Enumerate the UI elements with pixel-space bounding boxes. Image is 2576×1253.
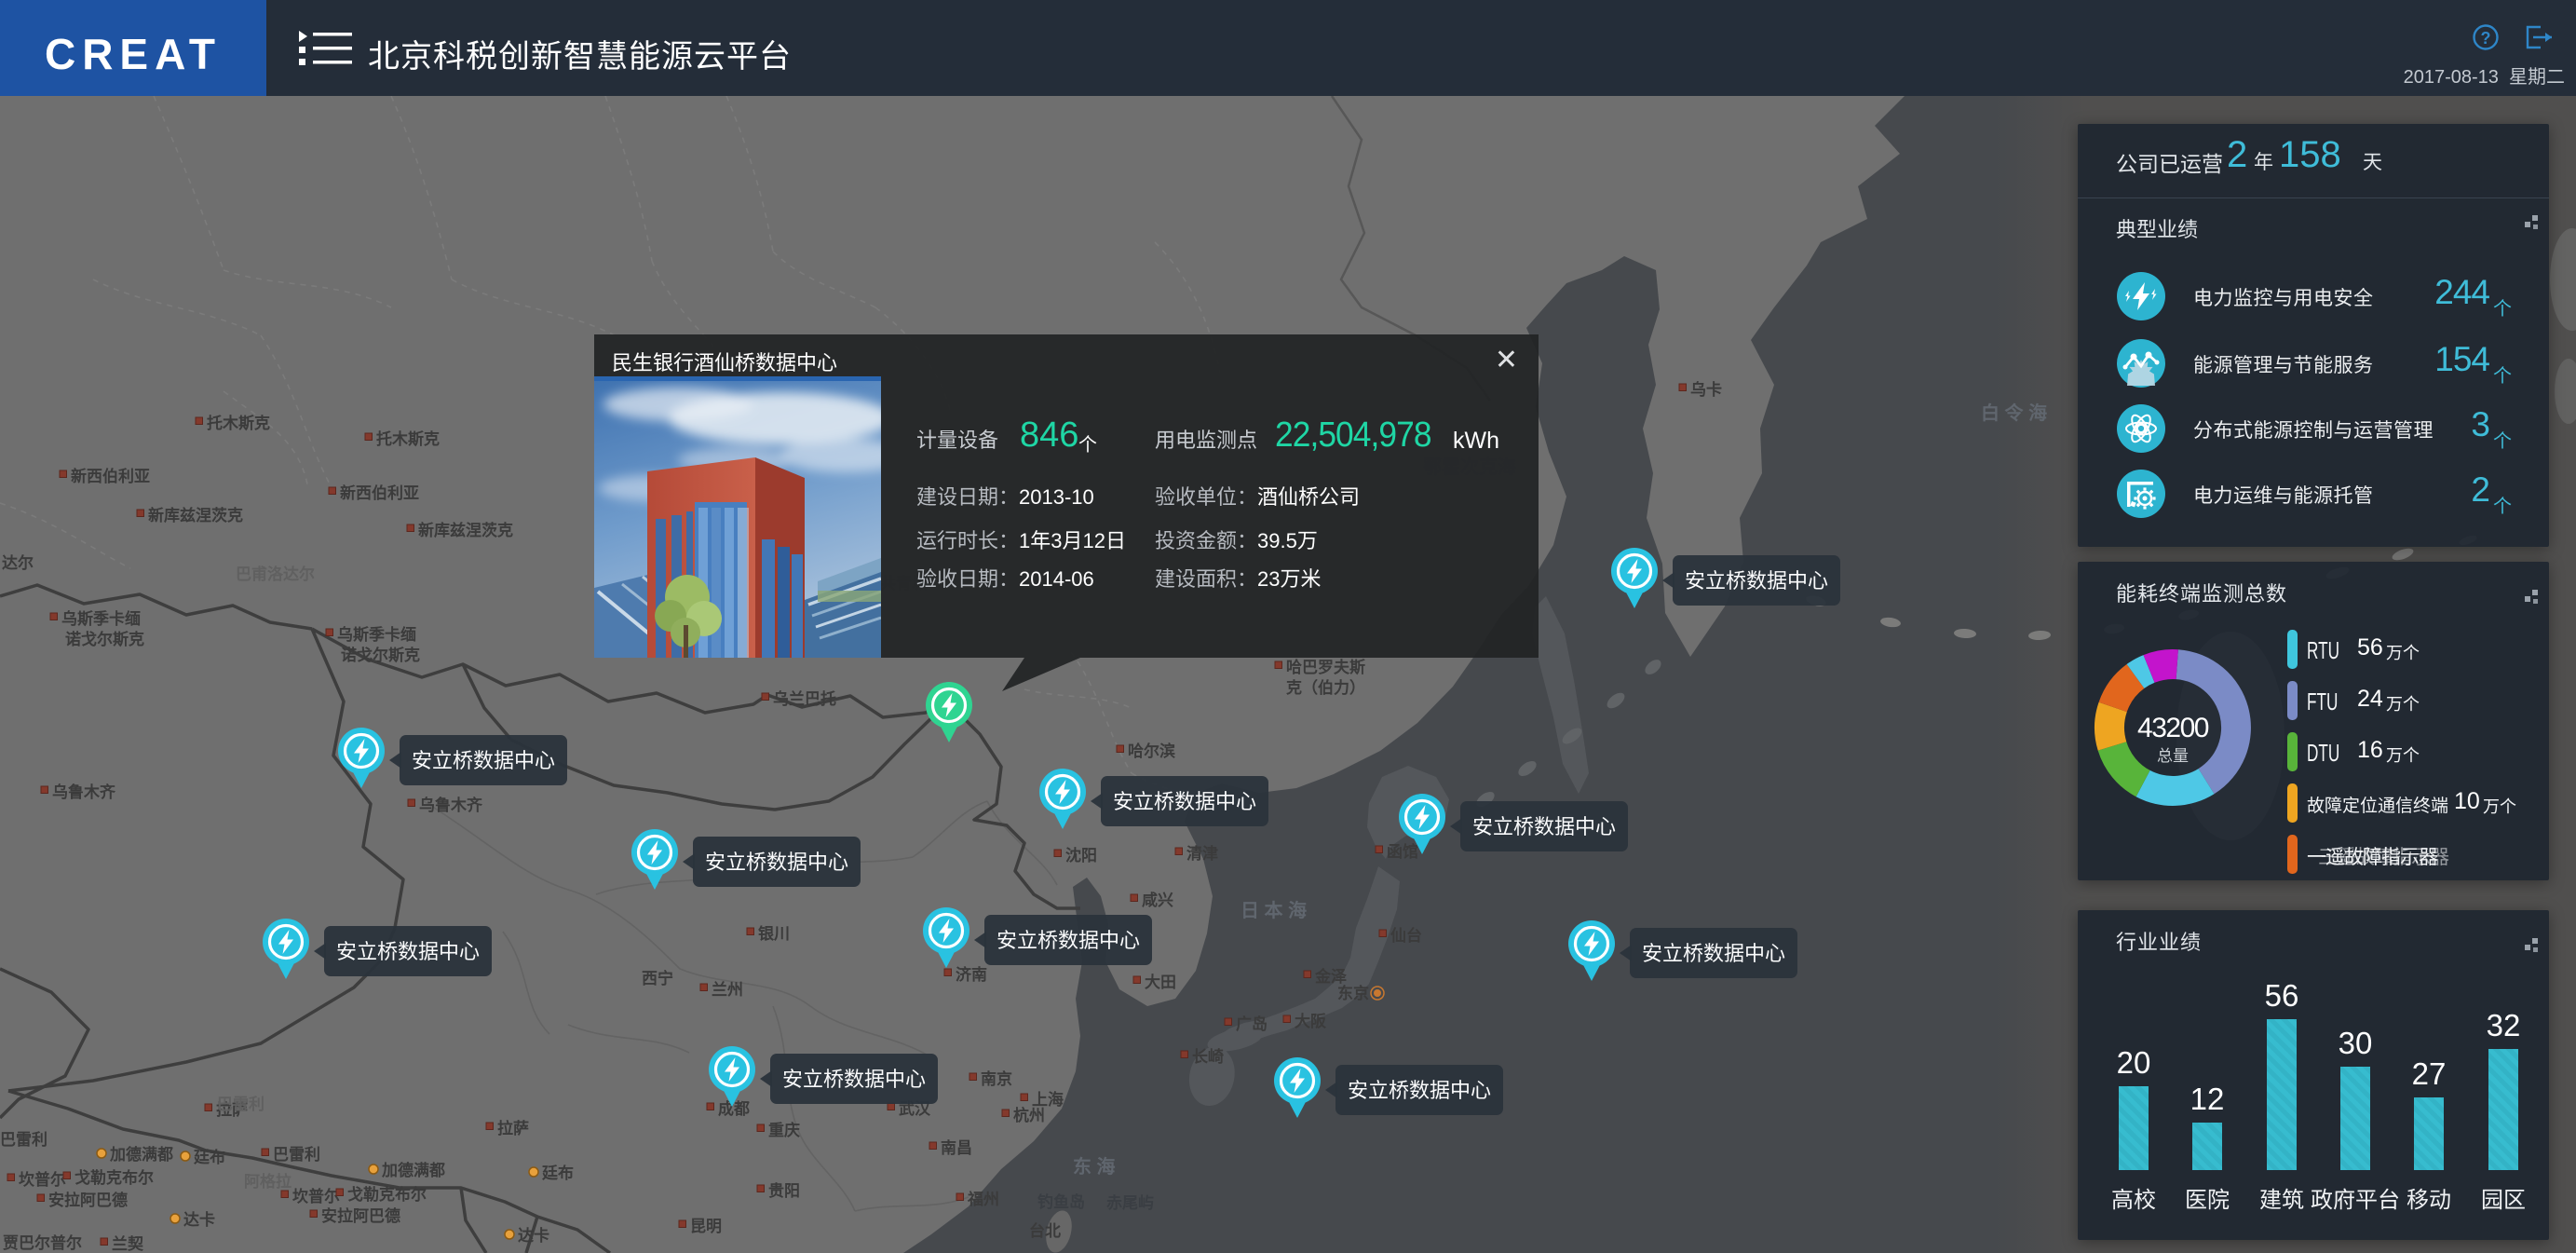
svg-text:金泽: 金泽 xyxy=(1314,967,1347,986)
svg-text:福州: 福州 xyxy=(967,1190,999,1208)
svg-text:安立桥数据中心: 安立桥数据中心 xyxy=(1472,815,1616,838)
svg-text:上海: 上海 xyxy=(1032,1090,1064,1109)
svg-text:乌兰巴托: 乌兰巴托 xyxy=(773,689,836,708)
svg-text:大田: 大田 xyxy=(1145,973,1176,991)
svg-text:阿格拉: 阿格拉 xyxy=(244,1172,291,1191)
svg-text:安立桥数据中心: 安立桥数据中心 xyxy=(1642,942,1785,965)
svg-text:台北: 台北 xyxy=(1029,1221,1061,1240)
svg-text:安立桥数据中心: 安立桥数据中心 xyxy=(1113,790,1256,813)
svg-text:安立桥数据中心: 安立桥数据中心 xyxy=(1348,1079,1491,1102)
svg-text:托木斯克: 托木斯克 xyxy=(207,414,270,432)
svg-text:赤尾屿: 赤尾屿 xyxy=(1106,1193,1154,1212)
svg-text:安立桥数据中心: 安立桥数据中心 xyxy=(336,940,480,963)
svg-text:安立桥数据中心: 安立桥数据中心 xyxy=(705,851,848,874)
svg-text:安立桥数据中心: 安立桥数据中心 xyxy=(997,929,1140,952)
svg-text:函馆: 函馆 xyxy=(1387,842,1418,861)
svg-text:乌斯季卡缅: 乌斯季卡缅 xyxy=(337,625,416,644)
svg-text:总量: 总量 xyxy=(2157,747,2189,765)
svg-text:哈尔滨: 哈尔滨 xyxy=(1128,742,1175,760)
svg-text:贵阳: 贵阳 xyxy=(768,1181,800,1200)
svg-text:济南: 济南 xyxy=(956,965,987,984)
svg-text:安立桥数据中心: 安立桥数据中心 xyxy=(412,749,555,772)
svg-text:克（伯力）: 克（伯力） xyxy=(1286,678,1365,697)
svg-text:西宁: 西宁 xyxy=(642,969,673,987)
svg-text:安拉阿巴德: 安拉阿巴德 xyxy=(321,1206,400,1225)
svg-text:廷布: 廷布 xyxy=(541,1164,574,1182)
svg-text:哈巴罗夫斯: 哈巴罗夫斯 xyxy=(1286,658,1365,676)
svg-text:乌卡: 乌卡 xyxy=(1690,380,1722,399)
svg-text:坎普尔: 坎普尔 xyxy=(292,1187,340,1205)
svg-text:坎普尔: 坎普尔 xyxy=(19,1170,66,1189)
svg-text:戈勒克布尔: 戈勒克布尔 xyxy=(75,1168,154,1187)
svg-text:仙台: 仙台 xyxy=(1390,926,1422,945)
svg-text:新库兹涅茨克: 新库兹涅茨克 xyxy=(418,521,513,539)
svg-text:南昌: 南昌 xyxy=(941,1138,972,1157)
svg-text:新西伯利亚: 新西伯利亚 xyxy=(71,467,150,485)
svg-text:巴雷利: 巴雷利 xyxy=(0,1130,47,1149)
svg-text:安立桥数据中心: 安立桥数据中心 xyxy=(1685,569,1828,592)
svg-text:东京: 东京 xyxy=(1337,984,1369,1002)
svg-text:新库兹涅茨克: 新库兹涅茨克 xyxy=(148,506,243,524)
svg-text:乌鲁木齐: 乌鲁木齐 xyxy=(52,783,116,801)
svg-text:兰契: 兰契 xyxy=(112,1234,144,1253)
svg-text:沈阳: 沈阳 xyxy=(1065,846,1097,865)
svg-text:诺戈尔斯克: 诺戈尔斯克 xyxy=(341,646,420,664)
svg-text:戈勒克布尔: 戈勒克布尔 xyxy=(347,1185,427,1204)
svg-text:白 令 海: 白 令 海 xyxy=(1981,402,2047,424)
svg-text:大阪: 大阪 xyxy=(1295,1012,1326,1030)
svg-text:银川: 银川 xyxy=(758,924,790,943)
svg-text:安拉阿巴德: 安拉阿巴德 xyxy=(48,1191,128,1209)
svg-text:43200: 43200 xyxy=(2137,713,2209,743)
svg-text:东 海: 东 海 xyxy=(1073,1155,1116,1178)
svg-text:巴雷利: 巴雷利 xyxy=(217,1095,264,1113)
svg-text:南京: 南京 xyxy=(981,1069,1012,1088)
svg-text:清津: 清津 xyxy=(1186,844,1218,863)
svg-text:广岛: 广岛 xyxy=(1236,1015,1268,1033)
svg-text:重庆: 重庆 xyxy=(768,1121,800,1139)
svg-text:加德满都: 加德满都 xyxy=(109,1145,173,1164)
svg-text:乌斯季卡缅: 乌斯季卡缅 xyxy=(61,609,141,628)
svg-text:新西伯利亚: 新西伯利亚 xyxy=(340,483,419,502)
svg-text:加德满都: 加德满都 xyxy=(381,1161,445,1179)
svg-text:巴甫洛达尔: 巴甫洛达尔 xyxy=(236,565,315,583)
svg-text:钓鱼岛: 钓鱼岛 xyxy=(1037,1192,1085,1211)
svg-text:昆明: 昆明 xyxy=(690,1218,722,1235)
svg-text:达卡: 达卡 xyxy=(518,1226,549,1245)
svg-text:安立桥数据中心: 安立桥数据中心 xyxy=(782,1068,926,1091)
svg-text:杭州: 杭州 xyxy=(1013,1106,1045,1124)
svg-text:诺戈尔斯克: 诺戈尔斯克 xyxy=(65,630,144,648)
svg-text:拉萨: 拉萨 xyxy=(497,1119,529,1137)
svg-text:贾巴尔普尔: 贾巴尔普尔 xyxy=(3,1233,82,1252)
svg-text:巴雷利: 巴雷利 xyxy=(273,1145,320,1164)
svg-text:达卡: 达卡 xyxy=(183,1210,215,1229)
svg-text:廷布: 廷布 xyxy=(193,1148,225,1166)
svg-text:兰州: 兰州 xyxy=(712,980,743,999)
svg-text:日 本 海: 日 本 海 xyxy=(1241,899,1307,921)
svg-text:咸兴: 咸兴 xyxy=(1142,891,1173,909)
svg-text:托木斯克: 托木斯克 xyxy=(376,429,440,448)
svg-text:长崎: 长崎 xyxy=(1192,1047,1224,1066)
svg-text:达尔: 达尔 xyxy=(2,553,34,572)
svg-text:?: ? xyxy=(2481,29,2491,48)
svg-text:乌鲁木齐: 乌鲁木齐 xyxy=(419,796,483,814)
